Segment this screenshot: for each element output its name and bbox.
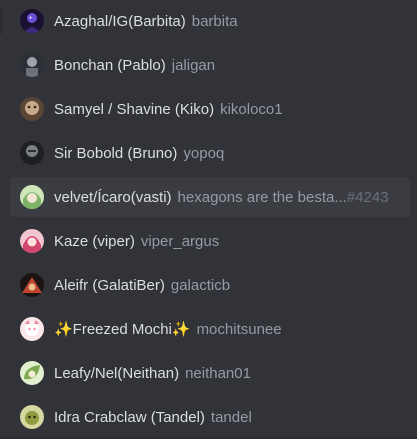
member-username: yopoq: [183, 144, 225, 162]
member-display-name: velvet/Ícaro(vasti): [54, 188, 172, 206]
member-username: tandel: [210, 408, 252, 426]
olive-creature-avatar-icon: [20, 405, 44, 429]
scroll-edge: [0, 8, 3, 34]
member-display-name: Kaze (viper): [54, 232, 135, 250]
member-discriminator: #4243: [346, 188, 389, 206]
member-username: galacticb: [170, 276, 231, 294]
member-display-name: Sir Bobold (Bruno): [54, 144, 178, 162]
member-display-name: Leafy/Nel(Neithan): [54, 364, 180, 382]
member-list: Azaghal/IG(Barbita) barbita Bonchan (Pab…: [0, 0, 417, 439]
member-row[interactable]: Leafy/Nel(Neithan) neithan01: [10, 353, 410, 393]
member-username: mochitsunee: [196, 320, 282, 338]
tan-creature-avatar-icon: [20, 97, 44, 121]
dark-purple-avatar-icon: [20, 9, 44, 33]
red-dark-avatar-icon: [20, 273, 44, 297]
member-row[interactable]: ✨Freezed Mochi✨ mochitsunee: [10, 309, 410, 349]
member-username: kikoloco1: [220, 100, 283, 118]
member-username: neithan01: [185, 364, 251, 382]
member-display-name: Aleifr (GalatiBer): [54, 276, 165, 294]
knight-avatar-icon: [20, 53, 44, 77]
member-username: hexagons are the besta...: [177, 188, 347, 206]
member-display-name: ✨Freezed Mochi✨: [54, 321, 191, 338]
cute-pink-avatar-icon: [20, 317, 44, 341]
member-row[interactable]: Kaze (viper) viper_argus: [10, 221, 410, 261]
pink-hair-avatar-icon: [20, 229, 44, 253]
member-display-name: Idra Crabclaw (Tandel): [54, 408, 205, 426]
member-display-name: Azaghal/IG(Barbita): [54, 12, 186, 30]
member-row[interactable]: Idra Crabclaw (Tandel) tandel: [10, 397, 410, 437]
member-username: viper_argus: [140, 232, 220, 250]
armored-avatar-icon: [20, 141, 44, 165]
member-row[interactable]: velvet/Ícaro(vasti) hexagons are the bes…: [10, 177, 410, 217]
leaf-avatar-icon: [20, 361, 44, 385]
member-display-name: Samyel / Shavine (Kiko): [54, 100, 215, 118]
member-row[interactable]: Sir Bobold (Bruno) yopoq: [10, 133, 410, 173]
green-anime-avatar-icon: [20, 185, 44, 209]
member-username: jaligan: [171, 56, 216, 74]
member-row[interactable]: Azaghal/IG(Barbita) barbita: [10, 1, 410, 41]
member-row[interactable]: Aleifr (GalatiBer) galacticb: [10, 265, 410, 305]
member-username: barbita: [191, 12, 238, 30]
member-row[interactable]: Samyel / Shavine (Kiko) kikoloco1: [10, 89, 410, 129]
member-row[interactable]: Bonchan (Pablo) jaligan: [10, 45, 410, 85]
member-display-name: Bonchan (Pablo): [54, 56, 166, 74]
